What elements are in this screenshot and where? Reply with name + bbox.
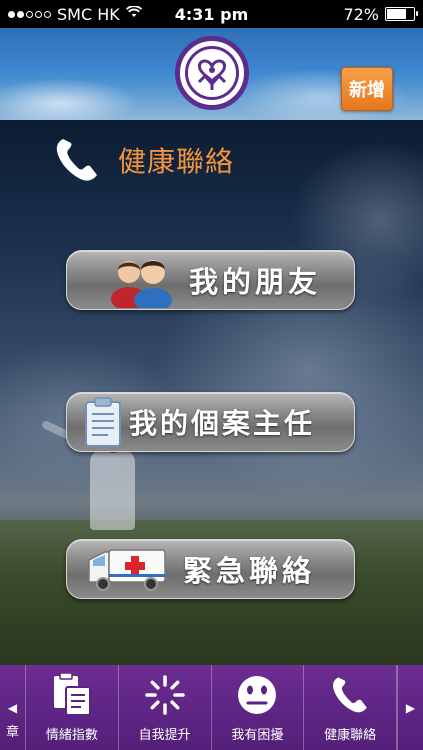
my-friends-label: 我的朋友: [189, 265, 322, 299]
clock: 4:31 pm: [174, 4, 249, 24]
phone-icon: [56, 139, 97, 181]
carrier-name: SMC HK: [57, 4, 120, 24]
tab-label: 健康聯絡: [324, 728, 377, 743]
tab-bar: ◀ 章 情緒指數 自我提升 我有困擾 健康聯絡 ▶: [0, 665, 423, 750]
battery-icon: [385, 7, 418, 21]
status-bar: SMC HK 4:31 pm 72%: [0, 0, 423, 28]
spinner-icon: [142, 672, 188, 718]
scroll-right-button[interactable]: ▶: [397, 665, 423, 750]
tab-troubles[interactable]: 我有困擾: [212, 665, 305, 750]
partial-tab-label: 章: [5, 725, 19, 740]
wifi-icon: [125, 5, 142, 22]
clipboard-icon: [85, 397, 121, 447]
ambulance-icon: [88, 549, 166, 591]
section-title: 健康聯絡: [118, 145, 235, 178]
emergency-contact-button[interactable]: 緊急聯絡: [66, 539, 355, 599]
emergency-contact-label: 緊急聯絡: [183, 554, 316, 588]
scroll-left-button[interactable]: ◀ 章: [0, 665, 26, 750]
my-case-manager-button[interactable]: 我的個案主任: [66, 392, 355, 452]
phone-icon: [327, 672, 373, 718]
tab-mood-index[interactable]: 情緒指數: [26, 665, 119, 750]
tab-label: 我有困擾: [231, 728, 284, 743]
clipboard-icon: [49, 672, 95, 718]
tab-self-improvement[interactable]: 自我提升: [119, 665, 212, 750]
chevron-left-icon: ◀: [7, 700, 18, 715]
my-friends-button[interactable]: 我的朋友: [66, 250, 355, 310]
chevron-right-icon: ▶: [405, 700, 416, 715]
tab-label: 自我提升: [138, 728, 191, 743]
heart-people-logo-icon: [197, 59, 227, 90]
organization-logo: [175, 36, 249, 110]
signal-strength-icon: [8, 10, 51, 18]
tab-label: 情緒指數: [45, 728, 98, 743]
battery-percent: 72%: [343, 4, 379, 24]
my-case-manager-label: 我的個案主任: [129, 407, 316, 440]
add-button[interactable]: 新增: [341, 67, 393, 111]
main-content: 健康聯絡 我的朋友 我的個案主任 緊急聯絡: [0, 120, 423, 665]
app-header: 新增: [0, 28, 423, 120]
neutral-face-icon: [234, 672, 280, 718]
tab-health-contact[interactable]: 健康聯絡: [304, 665, 397, 750]
section-header: 健康聯絡: [52, 135, 234, 185]
friends-icon: [111, 260, 172, 308]
